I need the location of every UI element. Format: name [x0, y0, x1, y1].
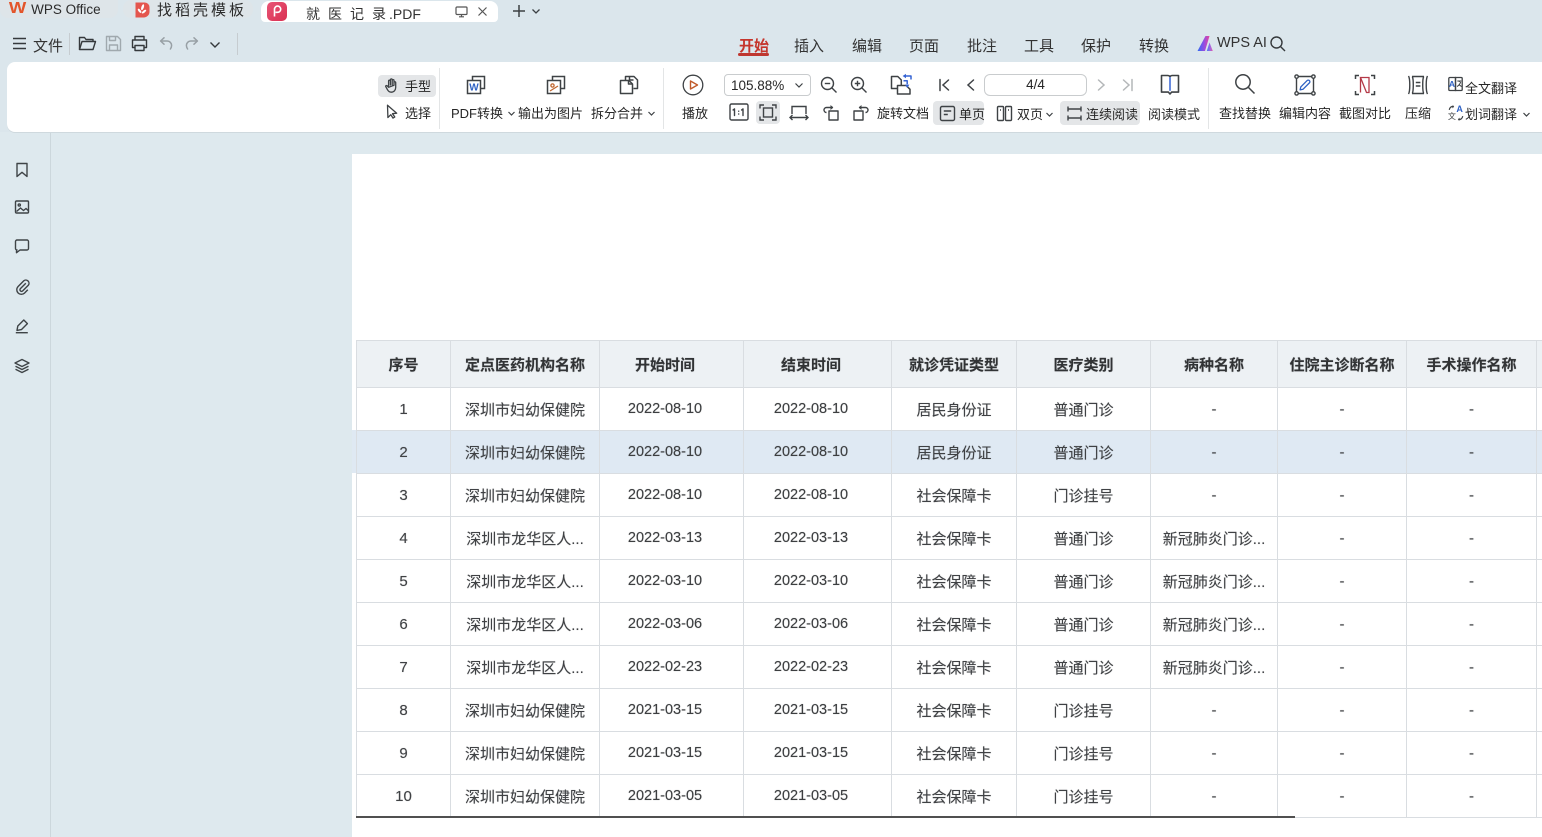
svg-text:文: 文 — [1448, 111, 1456, 122]
svg-text:A: A — [1456, 104, 1463, 114]
svg-text:W: W — [469, 83, 479, 94]
svg-text:A: A — [1449, 79, 1455, 89]
